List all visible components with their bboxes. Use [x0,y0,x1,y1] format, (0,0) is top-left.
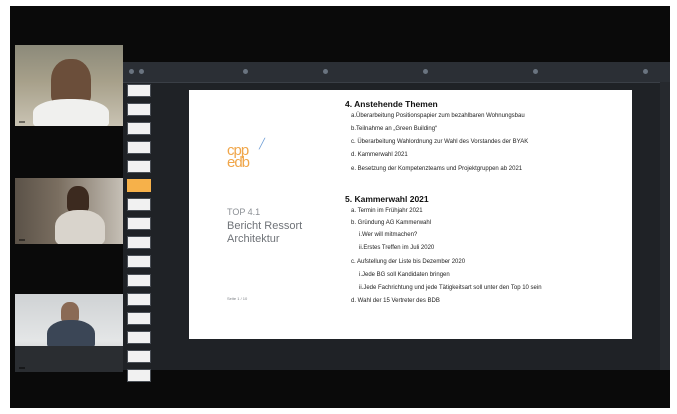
section-5-item: d. Wahl der 15 Vertreter des BDB [351,298,440,304]
slide-thumbnail[interactable] [127,84,151,97]
participant-2-figure [67,186,89,212]
participant-1-name [19,121,25,123]
shared-screen: cpp edb ╱ TOP 4.1 Bericht Ressort Archite… [123,62,670,382]
slide-thumbnail[interactable] [127,293,151,306]
slide-thumbnail[interactable] [127,255,151,268]
toolbar-icon[interactable] [139,69,144,74]
participant-2-body [55,210,105,244]
toolbar-icon[interactable] [323,69,328,74]
section-5-subitem: i.Jede BG soll Kandidaten bringen [359,272,450,278]
participant-video-1[interactable] [15,45,123,126]
slide-thumbnail-active[interactable] [127,179,151,192]
section-5-item: b. Gründung AG Kammerwahl [351,220,432,226]
section-4-item: c. Überarbeitung Wahlordnung zur Wahl de… [351,139,529,145]
section-4-title: 4. Anstehende Themen [345,99,438,109]
participant-1-body [33,99,109,126]
desk [15,346,123,372]
section-4-item: b.Teilnahme an „Green Building“ [351,126,438,132]
slide-page-number: Seite 1 / 10 [227,296,248,301]
slide-thumbnail[interactable] [127,103,151,116]
slide-thumbnail[interactable] [127,217,151,230]
section-5-item: a. Termin im Frühjahr 2021 [351,208,423,214]
slide-thumbnail[interactable] [127,312,151,325]
section-4-item: d. Kammerwahl 2021 [351,152,408,158]
app-toolbar [123,62,670,83]
section-5-title: 5. Kammerwahl 2021 [345,194,429,204]
participant-2-name [19,239,25,241]
section-5-item: c. Aufstellung der Liste bis Dezember 20… [351,259,466,265]
toolbar-icon[interactable] [423,69,428,74]
logo-text: cpp edb [227,142,250,171]
participant-video-2[interactable] [15,178,123,244]
section-4-item: e. Besetzung der Kompetenzteams und Proj… [351,166,523,172]
slide-thumbnails [126,84,151,382]
organization-logo: cpp edb ╱ [227,139,265,171]
toolbar-icon[interactable] [643,69,648,74]
section-5-subitem: ii.Jede Fachrichtung und jede Tätigkeits… [359,285,542,291]
slide-thumbnail[interactable] [127,274,151,287]
slide-thumbnail[interactable] [127,198,151,211]
scrollbar[interactable] [660,82,670,370]
slide-thumbnail[interactable] [127,122,151,135]
toolbar-icon[interactable] [533,69,538,74]
slide-thumbnail[interactable] [127,331,151,344]
slide-thumbnail[interactable] [127,141,151,154]
slide-thumbnail[interactable] [127,350,151,363]
toolbar-icon[interactable] [243,69,248,74]
video-call-window: cpp edb ╱ TOP 4.1 Bericht Ressort Archite… [10,6,670,408]
section-5-subitem: ii.Erstes Treffen im Juli 2020 [359,245,435,251]
slide-top-label: TOP 4.1 [227,207,261,217]
participant-video-3[interactable] [15,294,123,372]
participant-3-name [19,367,25,369]
section-5-subitem: i.Wer will mitmachen? [359,232,418,238]
participant-3-figure [61,302,79,322]
presentation-slide: cpp edb ╱ TOP 4.1 Bericht Ressort Archite… [189,90,632,339]
logo-mark-icon: ╱ [259,139,265,150]
slide-thumbnail[interactable] [127,369,151,382]
slide-thumbnail[interactable] [127,160,151,173]
slide-title: Bericht Ressort Architektur [227,220,303,245]
toolbar-icon[interactable] [129,69,134,74]
slide-thumbnail[interactable] [127,236,151,249]
section-4-item: a.Überarbeitung Positionspapier zum beza… [351,113,525,119]
